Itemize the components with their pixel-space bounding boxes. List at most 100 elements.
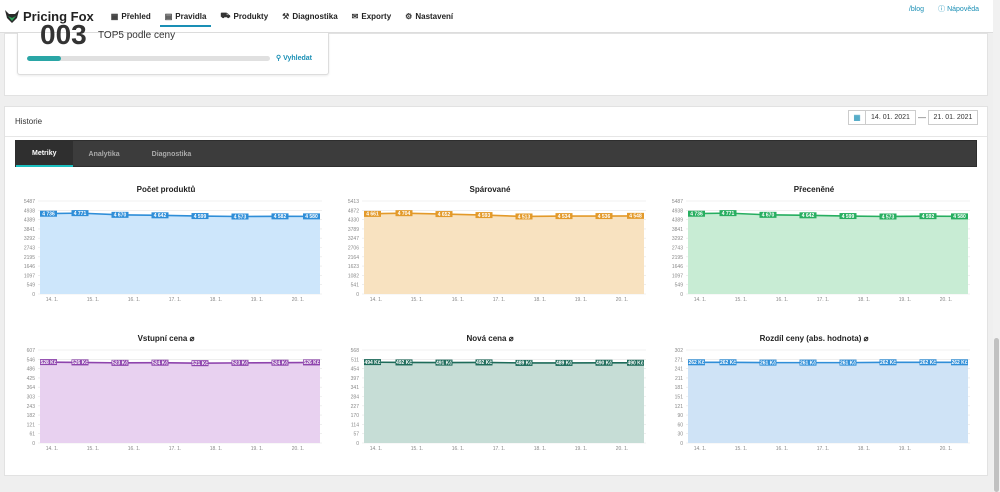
- data-label-text: 4 736: [42, 212, 55, 218]
- y-tick-label: 2195: [24, 255, 35, 261]
- top5-card: 003 TOP5 podle ceny ⚲ Vyhledat: [17, 19, 329, 75]
- blog-link[interactable]: /blog: [909, 4, 924, 14]
- nav-item-exporty[interactable]: ✉ Exporty: [345, 0, 399, 33]
- y-tick-label: 2164: [348, 255, 359, 261]
- data-label: 492 Kč: [475, 359, 493, 366]
- data-label: 4 582: [271, 213, 289, 220]
- nav-item-prehled[interactable]: ▦ Přehled: [104, 0, 158, 33]
- y-tick-label: 341: [351, 385, 360, 391]
- nav-item-diagnostika[interactable]: ⚒ Diagnostika: [275, 0, 345, 33]
- search-link[interactable]: ⚲ Vyhledat: [276, 54, 312, 62]
- x-tick-label: 18. 1.: [534, 446, 547, 452]
- data-label-text: 4 599: [194, 214, 207, 220]
- x-tick-label: 14. 1.: [694, 297, 707, 303]
- data-label-text: 4 670: [762, 213, 775, 219]
- tab-metriky[interactable]: Metriky: [16, 141, 73, 167]
- scrollbar[interactable]: [993, 0, 1000, 492]
- y-tick-label: 57: [353, 432, 359, 438]
- y-tick-label: 4330: [348, 218, 359, 224]
- progress-fill: [27, 56, 62, 61]
- data-label-text: 4 704: [398, 211, 411, 217]
- x-tick-label: 20. 1.: [940, 446, 953, 452]
- y-tick-label: 549: [675, 283, 684, 289]
- x-tick-label: 15. 1.: [87, 446, 100, 452]
- chart-4: Vstupní cena ⌀ 607 546 486 425 364 303 243 182 12…: [16, 334, 322, 464]
- y-tick-label: 0: [32, 292, 35, 298]
- data-label-text: 4 642: [802, 213, 815, 219]
- data-label: 523 Kč: [231, 359, 249, 367]
- data-label-text: 4 599: [842, 214, 855, 220]
- y-tick-label: 0: [356, 441, 359, 447]
- chart-svg: 302 271 241 211 181 151 121 90 60 30 0 14. 1. 15. 1.…: [675, 348, 970, 452]
- x-tick-label: 15. 1.: [411, 297, 424, 303]
- nav-item-pravidla[interactable]: ▤ Pravidla: [158, 0, 214, 33]
- tab-analytika[interactable]: Analytika: [73, 141, 136, 167]
- data-label-text: 4 573: [234, 214, 247, 220]
- area-fill: [364, 213, 644, 294]
- data-label-text: 4 573: [882, 214, 895, 220]
- data-label: 261 Kč: [799, 359, 817, 366]
- data-label: 4 599: [839, 213, 857, 220]
- y-tick-label: 121: [27, 422, 36, 428]
- help-link[interactable]: ⓘ Nápověda: [938, 4, 979, 14]
- data-label-text: 4 642: [154, 213, 167, 219]
- data-label: 4 573: [231, 213, 249, 220]
- x-tick-label: 17. 1.: [169, 446, 182, 452]
- scrollbar-thumb[interactable]: [994, 338, 999, 492]
- tab-diagnostika[interactable]: Diagnostika: [136, 141, 208, 167]
- data-label: 4 652: [435, 211, 453, 218]
- data-label-text: 489 Kč: [516, 361, 532, 367]
- x-tick-label: 19. 1.: [899, 446, 912, 452]
- y-tick-label: 170: [351, 413, 360, 419]
- nav-label: Přehled: [121, 11, 151, 21]
- date-from-input[interactable]: 14. 01. 2021: [866, 110, 916, 125]
- y-tick-label: 3247: [348, 236, 359, 242]
- y-tick-label: 181: [675, 385, 684, 391]
- card-label: TOP5 podle ceny: [98, 30, 176, 41]
- nav-item-produkty[interactable]: ⛟ Produkty: [213, 0, 275, 33]
- data-label-text: 4 534: [558, 214, 571, 220]
- y-tick-label: 211: [675, 376, 683, 382]
- data-label: 4 736: [40, 210, 57, 218]
- y-tick-label: 284: [351, 395, 360, 401]
- date-range-picker: ▦ 14. 01. 2021 — 21. 01. 2021: [848, 110, 978, 125]
- chart-title: Nová cena ⌀: [466, 334, 514, 343]
- settings-icon: ⚙: [405, 11, 413, 21]
- data-label-text: 4 661: [366, 212, 379, 218]
- data-label: 526 Kč: [303, 359, 320, 366]
- y-tick-label: 454: [351, 367, 360, 373]
- x-tick-label: 20. 1.: [292, 297, 305, 303]
- calendar-icon[interactable]: ▦: [848, 110, 866, 125]
- x-tick-label: 19. 1.: [899, 297, 912, 303]
- data-label-text: 4 582: [274, 214, 287, 220]
- rules-icon: ▤: [164, 11, 173, 21]
- nav-label: Diagnostika: [292, 11, 338, 21]
- data-label: 521 Kč: [191, 360, 209, 367]
- y-tick-label: 61: [29, 432, 35, 438]
- data-label: 262 Kč: [951, 359, 968, 366]
- big-number: 003: [40, 19, 87, 50]
- y-tick-label: 546: [27, 357, 36, 363]
- y-tick-label: 2743: [672, 246, 683, 252]
- y-tick-label: 2195: [672, 255, 683, 261]
- y-tick-label: 241: [675, 367, 684, 373]
- data-label: 494 Kč: [364, 359, 381, 366]
- search-label: Vyhledat: [283, 55, 313, 62]
- data-label-text: 4 736: [690, 212, 703, 218]
- diagnostics-icon: ⚒: [282, 11, 290, 21]
- y-tick-label: 4389: [672, 218, 683, 224]
- data-label-text: 4 580: [953, 214, 966, 220]
- data-label-text: 261 Kč: [760, 360, 776, 366]
- y-tick-label: 1097: [24, 273, 35, 279]
- y-tick-label: 114: [351, 422, 359, 428]
- date-to-input[interactable]: 21. 01. 2021: [928, 110, 978, 125]
- nav-label: Produkty: [233, 11, 269, 21]
- x-tick-label: 18. 1.: [210, 297, 223, 303]
- x-tick-label: 18. 1.: [858, 446, 871, 452]
- y-tick-label: 425: [27, 376, 36, 382]
- data-label-text: 261 Kč: [840, 360, 856, 366]
- nav-item-nastaveni[interactable]: ⚙ Nastavení: [398, 0, 460, 33]
- data-label: 490 Kč: [595, 359, 613, 367]
- data-label: 524 Kč: [271, 359, 289, 367]
- y-tick-label: 0: [32, 441, 35, 447]
